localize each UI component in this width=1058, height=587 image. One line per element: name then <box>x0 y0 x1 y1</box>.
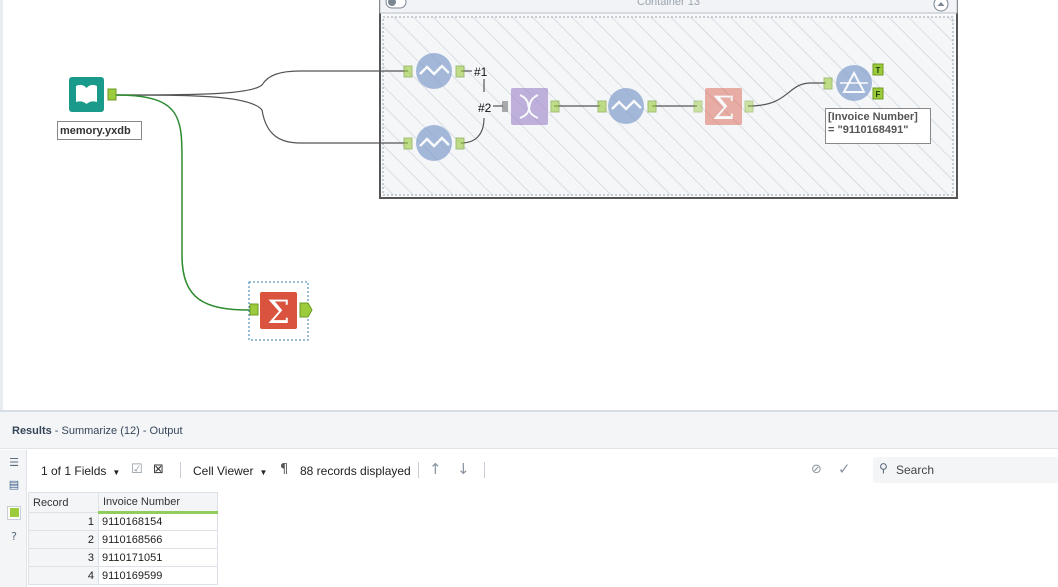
cell-viewer-dropdown[interactable]: Cell Viewer ▼ <box>193 464 267 478</box>
invoice-number-cell[interactable]: 9110168154 <box>98 512 218 531</box>
join-input-tag-1: #1 <box>474 65 488 79</box>
invoice-number-cell[interactable]: 9110171051 <box>98 548 218 567</box>
clear-icon[interactable]: ⊠ <box>153 462 164 477</box>
table-row[interactable]: 4 9110169599 <box>28 566 218 585</box>
table-row[interactable]: 1 9110168154 <box>28 512 218 531</box>
search-icon: ⚲ <box>879 461 888 475</box>
filter-expression-label: [Invoice Number] = "9110168491" <box>825 108 931 144</box>
container-13[interactable] <box>379 0 958 199</box>
fields-dropdown-label: 1 of 1 Fields <box>41 464 107 478</box>
table-row[interactable]: 2 9110168566 <box>28 530 218 549</box>
results-panel: Results - Summarize (12) - Output ☰ ▤ ? … <box>0 410 1058 587</box>
cell-viewer-label: Cell Viewer <box>193 464 254 478</box>
checkbox-icon[interactable]: ☑ <box>131 462 143 477</box>
list-icon[interactable]: ☰ <box>7 456 21 470</box>
summarize-tool-selected[interactable]: Σ <box>248 281 313 341</box>
search-placeholder: Search <box>896 463 935 477</box>
column-header-record[interactable]: Record <box>28 492 99 513</box>
filter-expression-line-2: = "9110168491" <box>828 124 909 136</box>
join-input-tag-2: #2 <box>478 101 492 115</box>
filter-false-anchor-label: F <box>876 90 881 99</box>
apply-check-icon[interactable]: ✓ <box>838 460 851 478</box>
results-title: Results - Summarize (12) - Output <box>12 425 183 437</box>
toolbar-separator-3 <box>484 462 485 478</box>
results-table: Record Invoice Number 1 9110168154 2 911… <box>28 492 218 585</box>
record-number-cell: 4 <box>28 566 99 585</box>
toolbar-separator-2 <box>418 462 419 478</box>
results-toolbar: 1 of 1 Fields ▼ ☑ ⊠ Cell Viewer ▼ ¶ 88 rec… <box>28 450 1058 492</box>
results-subtitle: - Summarize (12) - Output <box>51 425 183 437</box>
input-data-tool[interactable] <box>69 77 117 112</box>
table-header-row: Record Invoice Number <box>28 492 218 514</box>
cancel-icon[interactable]: ⊘ <box>811 462 822 477</box>
invoice-number-cell[interactable]: 9110169599 <box>98 566 218 585</box>
filter-true-anchor-label: T <box>876 66 881 75</box>
workflow-graph: Σ T F Σ <box>69 0 958 341</box>
svg-text:Σ: Σ <box>267 293 290 331</box>
table-icon[interactable]: ▤ <box>7 478 21 492</box>
search-input[interactable]: ⚲ Search <box>873 457 1058 483</box>
container-title: Container 13 <box>637 0 700 8</box>
help-icon[interactable]: ? <box>7 530 21 544</box>
output-anchor-icon[interactable] <box>7 506 21 520</box>
record-number-cell: 3 <box>28 548 99 567</box>
input-node-label: memory.yxdb <box>57 121 142 140</box>
record-number-cell: 1 <box>28 512 99 531</box>
svg-text:Σ: Σ <box>712 89 735 127</box>
invoice-number-cell[interactable]: 9110168566 <box>98 530 218 549</box>
results-header: Results - Summarize (12) - Output <box>0 412 1058 449</box>
column-header-invoice-number[interactable]: Invoice Number <box>98 492 218 514</box>
arrow-down-icon[interactable]: ↓ <box>457 460 470 478</box>
fields-dropdown[interactable]: 1 of 1 Fields ▼ <box>41 464 120 478</box>
fields-dropdown-caret-icon: ▼ <box>112 468 121 477</box>
record-number-cell: 2 <box>28 530 99 549</box>
filter-true-anchor[interactable]: T <box>872 63 884 76</box>
records-count: 88 records displayed <box>300 464 411 478</box>
filter-false-anchor[interactable]: F <box>872 87 884 100</box>
pilcrow-icon[interactable]: ¶ <box>280 462 288 477</box>
toolbar-separator-1 <box>180 462 181 478</box>
table-row[interactable]: 3 9110171051 <box>28 548 218 567</box>
cell-viewer-caret-icon: ▼ <box>259 468 268 477</box>
results-title-main: Results <box>12 425 52 437</box>
arrow-up-icon[interactable]: ↑ <box>429 460 442 478</box>
workflow-canvas[interactable]: Σ T F Σ Container 13 memory.yxdb #1 #2 [… <box>0 0 1058 410</box>
results-side-strip: ☰ ▤ ? <box>0 450 27 587</box>
filter-expression-line-1: [Invoice Number] <box>828 111 918 123</box>
